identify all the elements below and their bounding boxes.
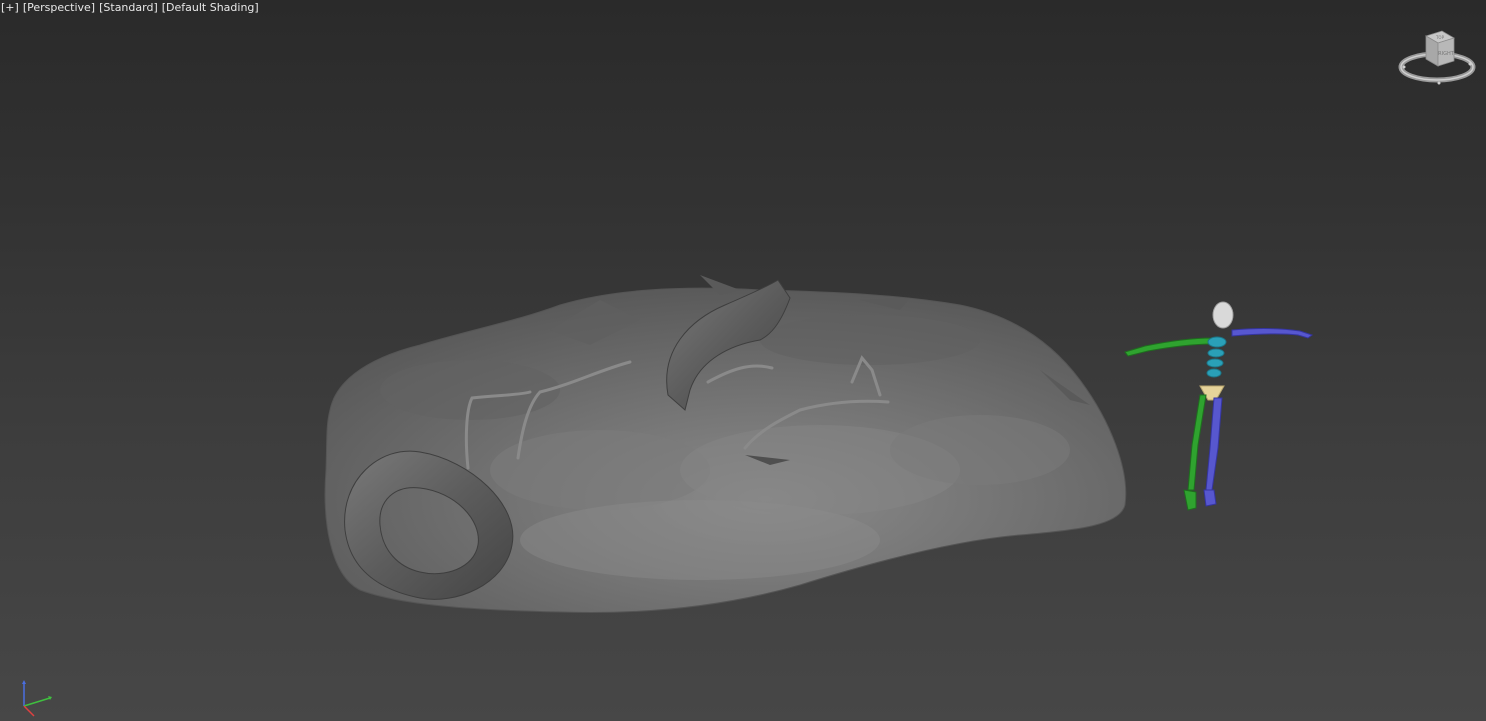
viewcube-face-label: RIGHT bbox=[1438, 51, 1455, 57]
perspective-viewport[interactable]: [+] [Perspective] [Standard] [Default Sh… bbox=[0, 0, 1486, 721]
biped-head[interactable] bbox=[1212, 301, 1234, 329]
viewport-plus-menu[interactable]: [+] bbox=[1, 1, 19, 15]
biped-arm-left[interactable] bbox=[1124, 337, 1213, 357]
biped-leg-left[interactable] bbox=[1187, 394, 1207, 491]
viewcube-icon[interactable]: TOP RIGHT bbox=[1396, 26, 1478, 94]
scene-canvas[interactable] bbox=[0, 0, 1486, 721]
viewport-camera-menu[interactable]: [Standard] bbox=[99, 1, 158, 15]
viewport-view-menu[interactable]: [Perspective] bbox=[23, 1, 95, 15]
biped-spine[interactable] bbox=[1206, 336, 1227, 378]
biped-foot-right[interactable] bbox=[1203, 489, 1217, 507]
axis-tripod-icon bbox=[22, 680, 52, 717]
viewport-shading-menu[interactable]: [Default Shading] bbox=[162, 1, 259, 15]
biped-character[interactable] bbox=[1124, 301, 1314, 511]
biped-leg-right[interactable] bbox=[1205, 397, 1223, 491]
biped-arm-right[interactable] bbox=[1231, 328, 1314, 339]
viewcube-top-label: TOP bbox=[1435, 35, 1445, 40]
viewport-label-menu: [+] [Perspective] [Standard] [Default Sh… bbox=[1, 1, 259, 15]
biped-foot-left[interactable] bbox=[1183, 489, 1197, 511]
